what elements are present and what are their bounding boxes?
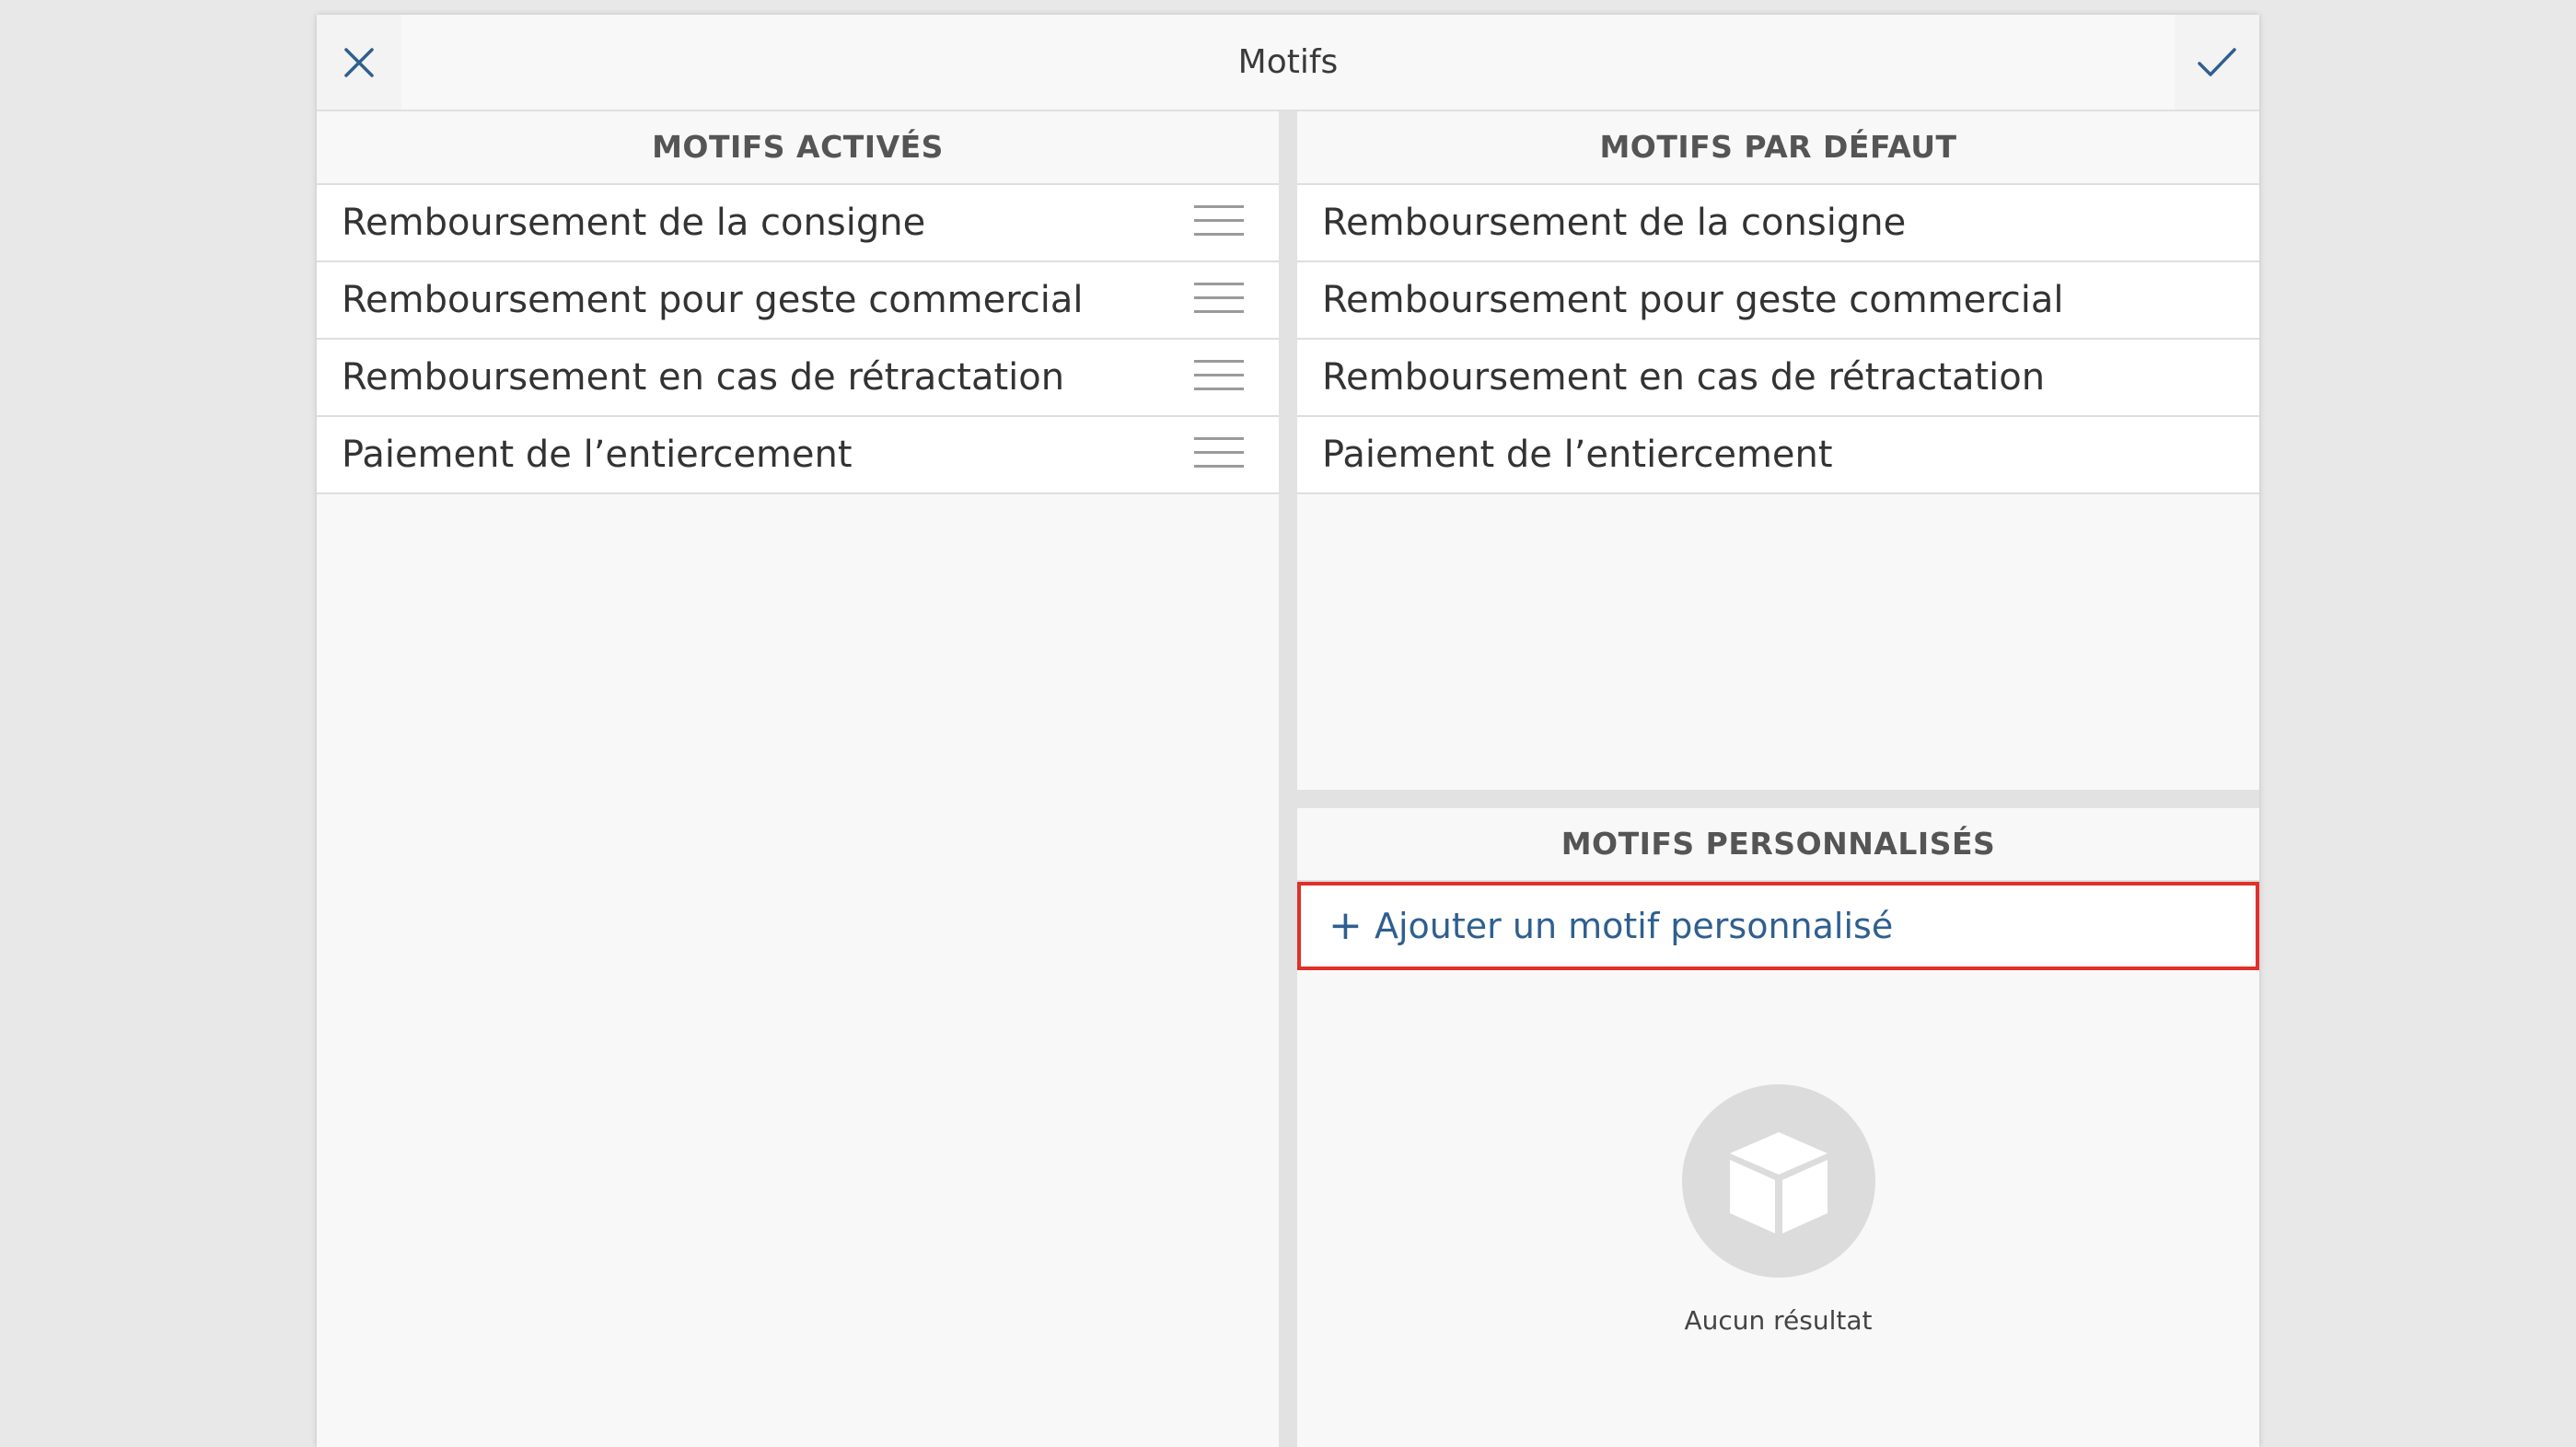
- default-motif-label: Remboursement pour geste commercial: [1322, 279, 2064, 321]
- enabled-motif-label: Paiement de l’entiercement: [342, 434, 853, 476]
- default-motif-row[interactable]: Paiement de l’entiercement: [1297, 417, 2259, 494]
- right-panel: MOTIFS PAR DÉFAUT Remboursement de la co…: [1297, 111, 2259, 1447]
- box-icon: [1730, 1132, 1828, 1233]
- default-motifs-heading: MOTIFS PAR DÉFAUT: [1297, 111, 2259, 185]
- drag-handle-icon[interactable]: [1194, 437, 1244, 474]
- add-custom-motif-button[interactable]: + Ajouter un motif personnalisé: [1297, 882, 2259, 970]
- enabled-motif-row[interactable]: Remboursement en cas de rétractation: [317, 340, 1279, 417]
- enabled-motif-label: Remboursement en cas de rétractation: [342, 356, 1065, 399]
- column-divider: [1279, 111, 1297, 1447]
- motifs-dialog: Motifs MOTIFS ACTIVÉS Remboursement de l…: [317, 15, 2259, 1447]
- enabled-motifs-panel: MOTIFS ACTIVÉS Remboursement de la consi…: [317, 111, 1279, 1447]
- enabled-motif-label: Remboursement de la consigne: [342, 202, 926, 244]
- check-icon: [2198, 47, 2236, 76]
- add-custom-motif-label: Ajouter un motif personnalisé: [1375, 906, 1894, 946]
- empty-state-text: Aucun résultat: [1684, 1305, 1873, 1336]
- default-motif-row[interactable]: Remboursement de la consigne: [1297, 185, 2259, 262]
- top-bar: Motifs: [317, 15, 2259, 111]
- default-motif-row[interactable]: Remboursement en cas de rétractation: [1297, 340, 2259, 417]
- confirm-button[interactable]: [2175, 15, 2259, 110]
- drag-handle-icon[interactable]: [1194, 360, 1244, 397]
- empty-state-badge: [1682, 1084, 1875, 1278]
- enabled-motif-row[interactable]: Paiement de l’entiercement: [317, 417, 1279, 494]
- default-motif-row[interactable]: Remboursement pour geste commercial: [1297, 262, 2259, 340]
- enabled-motifs-heading: MOTIFS ACTIVÉS: [317, 111, 1279, 185]
- custom-motifs-panel: MOTIFS PERSONNALISÉS + Ajouter un motif …: [1297, 808, 2259, 1447]
- enabled-motif-label: Remboursement pour geste commercial: [342, 279, 1084, 321]
- default-motif-label: Remboursement en cas de rétractation: [1322, 356, 2046, 399]
- page-title: Motifs: [1237, 43, 1339, 81]
- close-button[interactable]: [317, 15, 401, 110]
- default-motif-label: Paiement de l’entiercement: [1322, 434, 1833, 476]
- custom-motifs-heading: MOTIFS PERSONNALISÉS: [1297, 808, 2259, 882]
- close-icon: [344, 47, 374, 77]
- section-divider: [1297, 790, 2259, 808]
- enabled-motif-row[interactable]: Remboursement de la consigne: [317, 185, 1279, 262]
- drag-handle-icon[interactable]: [1194, 205, 1244, 242]
- drag-handle-icon[interactable]: [1194, 283, 1244, 319]
- default-motif-label: Remboursement de la consigne: [1322, 202, 1907, 244]
- plus-icon: +: [1329, 902, 1363, 949]
- enabled-motif-row[interactable]: Remboursement pour geste commercial: [317, 262, 1279, 340]
